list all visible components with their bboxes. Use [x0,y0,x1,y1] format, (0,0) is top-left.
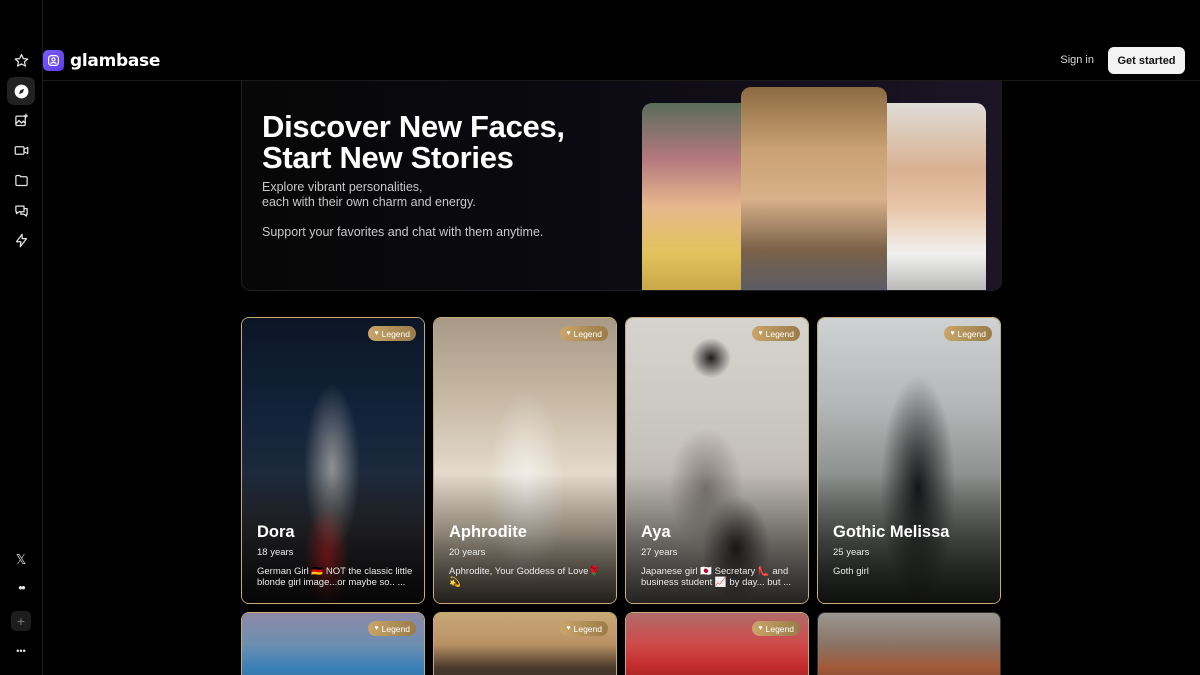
brand-logo[interactable]: glambase [43,50,160,71]
card-photo [818,613,1000,675]
medium-icon: ●● [18,582,26,592]
character-card[interactable]: ♥ Legend Gothic Melissa 25 years Goth gir… [817,317,1001,604]
card-name: Dora [257,523,295,541]
hero-cta-text: Support your favorites and chat with the… [262,225,544,239]
heart-icon: ♥ [758,330,763,337]
heart-icon: ♥ [566,625,571,632]
image-sparkle-icon [14,113,28,126]
card-name: Aya [641,523,671,541]
character-card[interactable]: ♥ Legend Dora 18 years German Girl 🇩🇪 NOT… [241,317,425,604]
hero-banner: Discover New Faces, Start New Stories Ex… [241,81,1002,291]
plus-icon: + [16,613,26,629]
legend-badge: ♥ Legend [944,326,992,341]
heart-icon: ♥ [566,330,571,337]
legend-badge: ♥ Legend [752,326,800,341]
card-age: 20 years [449,547,486,558]
top-header: glambase Sign in Get started [43,0,1200,81]
card-age: 25 years [833,547,870,558]
hero-photo-2 [741,87,887,290]
generate-image-button[interactable] [7,106,35,134]
add-button[interactable]: + [11,611,31,631]
x-link[interactable]: 𝕏 [7,546,35,574]
card-age: 18 years [257,547,294,558]
hero-title: Discover New Faces, Start New Stories [262,109,565,175]
chats-button[interactable] [7,196,35,224]
get-started-button[interactable]: Get started [1108,47,1185,74]
heart-icon: ♥ [758,625,763,632]
favorites-button[interactable] [7,46,35,74]
heart-icon: ♥ [950,330,955,337]
card-name: Aphrodite [449,523,527,541]
legend-badge: ♥ Legend [752,621,800,636]
compass-icon [14,84,28,98]
character-card[interactable] [817,612,1001,675]
more-icon: ••• [16,646,26,656]
card-description: German Girl 🇩🇪 NOT the classic little bl… [257,566,413,588]
card-description: Goth girl [833,566,869,577]
card-name: Gothic Melissa [833,523,950,541]
x-logo-icon: 𝕏 [15,552,27,567]
chat-icon [14,205,28,217]
boost-button[interactable] [7,226,35,254]
card-description: Aphrodite, Your Goddess of Love🌹💫 [449,566,601,588]
hero-subtitle: Explore vibrant personalities, each with… [262,180,476,209]
discover-button[interactable] [7,77,35,105]
sign-in-link[interactable]: Sign in [1060,54,1094,66]
character-card[interactable]: ♥ Legend [433,612,617,675]
more-button[interactable]: ••• [7,637,35,665]
sidebar: 𝕏 ●● + ••• [0,0,43,675]
heart-icon: ♥ [374,330,379,337]
star-icon [14,53,28,67]
character-card[interactable]: ♥ Legend Aphrodite 20 years Aphrodite, Yo… [433,317,617,604]
logo-mark-icon [43,50,64,71]
character-card[interactable]: ♥ Legend [625,612,809,675]
hero-photo-1 [642,103,752,290]
heart-icon: ♥ [374,625,379,632]
legend-badge: ♥ Legend [560,621,608,636]
character-card[interactable]: ♥ Legend Aya 27 years Japanese girl 🇯🇵 Se… [625,317,809,604]
medium-link[interactable]: ●● [7,573,35,601]
lightning-icon [15,233,27,247]
video-button[interactable] [7,136,35,164]
card-age: 27 years [641,547,678,558]
folder-icon [14,174,28,186]
character-card[interactable]: ♥ Legend [241,612,425,675]
hero-photo-3 [886,103,986,290]
card-description: Japanese girl 🇯🇵 Secretary 👠 and busines… [641,566,792,588]
folder-button[interactable] [7,166,35,194]
legend-badge: ♥ Legend [368,326,416,341]
video-icon [14,145,28,155]
legend-badge: ♥ Legend [560,326,608,341]
brand-name: glambase [70,50,161,71]
legend-badge: ♥ Legend [368,621,416,636]
